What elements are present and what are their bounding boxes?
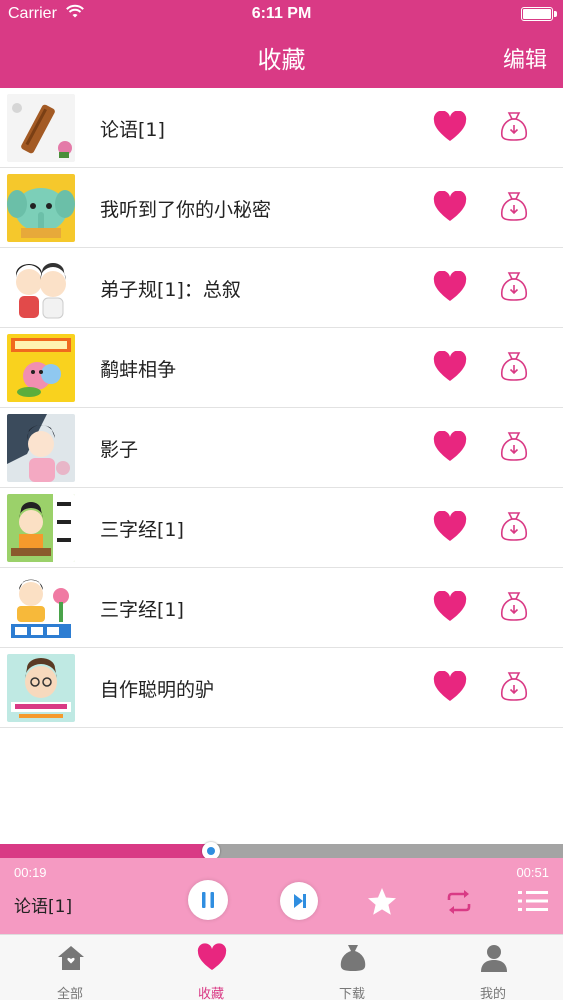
star-icon[interactable] (366, 886, 398, 918)
item-title: 三字经[1] (100, 599, 184, 621)
list-item[interactable]: 三字经[1] (0, 568, 563, 648)
heart-icon[interactable] (433, 111, 467, 143)
heart-icon[interactable] (433, 431, 467, 463)
download-icon[interactable] (499, 110, 529, 142)
tab-downloads[interactable]: 下载 (282, 935, 422, 1000)
now-playing-title: 论语[1] (14, 897, 73, 917)
tab-label: 下载 (338, 987, 365, 1000)
status-time: 6:11 PM (251, 5, 312, 22)
list-item[interactable]: 我听到了你的小秘密 (0, 168, 563, 248)
list-item[interactable]: 自作聪明的驴 (0, 648, 563, 728)
heart-icon[interactable] (433, 591, 467, 623)
list-item[interactable]: 三字经[1] (0, 488, 563, 568)
edit-button[interactable]: 编辑 (503, 42, 547, 74)
battery-icon (521, 7, 557, 21)
tab-favorites[interactable]: 收藏 (141, 935, 281, 1000)
item-title: 论语[1] (100, 119, 165, 141)
repeat-icon[interactable] (444, 888, 474, 916)
item-thumbnail (7, 334, 75, 402)
tab-all[interactable]: 全部 (0, 935, 140, 1000)
elapsed-time: 00:19 (14, 865, 47, 880)
list-item[interactable]: 弟子规[1]：总叙 (0, 248, 563, 328)
item-title: 自作聪明的驴 (100, 679, 215, 701)
heart-icon[interactable] (433, 671, 467, 703)
page-title: 收藏 (257, 46, 306, 74)
playlist-icon[interactable] (518, 889, 548, 913)
heart-icon[interactable] (433, 351, 467, 383)
tab-me[interactable]: 我的 (423, 935, 563, 1000)
download-icon[interactable] (499, 190, 529, 222)
item-title: 影子 (100, 439, 139, 461)
download-icon[interactable] (499, 590, 529, 622)
item-thumbnail (7, 254, 75, 322)
pause-button[interactable] (188, 880, 228, 920)
heart-icon[interactable] (433, 511, 467, 543)
item-thumbnail (7, 574, 75, 642)
download-icon[interactable] (499, 510, 529, 542)
nav-bar: Carrier 6:11 PM 收藏 编辑 (0, 0, 563, 88)
download-icon[interactable] (499, 270, 529, 302)
list-item[interactable]: 论语[1] (0, 88, 563, 168)
heart-icon (197, 943, 227, 970)
item-title: 鹬蚌相争 (100, 359, 177, 381)
home-icon (58, 946, 84, 970)
list-item[interactable]: 影子 (0, 408, 563, 488)
tab-label: 全部 (56, 987, 83, 1000)
download-icon[interactable] (499, 350, 529, 382)
pause-icon (202, 892, 214, 908)
list-item[interactable]: 鹬蚌相争 (0, 328, 563, 408)
bag-icon (340, 945, 366, 971)
item-thumbnail (7, 94, 75, 162)
item-thumbnail (7, 414, 75, 482)
item-thumbnail (7, 654, 75, 722)
heart-icon[interactable] (433, 191, 467, 223)
item-thumbnail (7, 174, 75, 242)
playback-progress-bar[interactable] (0, 842, 563, 860)
mini-player: 00:19 00:51 论语[1] (0, 858, 563, 934)
item-title: 弟子规[1]：总叙 (100, 279, 241, 301)
heart-icon[interactable] (433, 271, 467, 303)
next-button[interactable] (280, 882, 318, 920)
next-track-icon (294, 894, 306, 908)
item-title: 三字经[1] (100, 519, 184, 541)
tab-label: 收藏 (197, 987, 224, 1000)
progress-fill (0, 844, 212, 858)
tab-bar: 全部 收藏 下载 我的 (0, 934, 563, 1000)
item-title: 我听到了你的小秘密 (100, 199, 272, 221)
download-icon[interactable] (499, 670, 529, 702)
status-bar: Carrier 6:11 PM (0, 0, 563, 30)
item-thumbnail (7, 494, 75, 562)
total-time: 00:51 (516, 865, 549, 880)
download-icon[interactable] (499, 430, 529, 462)
tab-label: 我的 (479, 987, 506, 1000)
person-icon (481, 945, 507, 972)
favorites-list: 论语[1] 我听到了你的小秘密 弟子规[1]：总叙 鹬蚌相争 影子 三字经[1]… (0, 88, 563, 728)
